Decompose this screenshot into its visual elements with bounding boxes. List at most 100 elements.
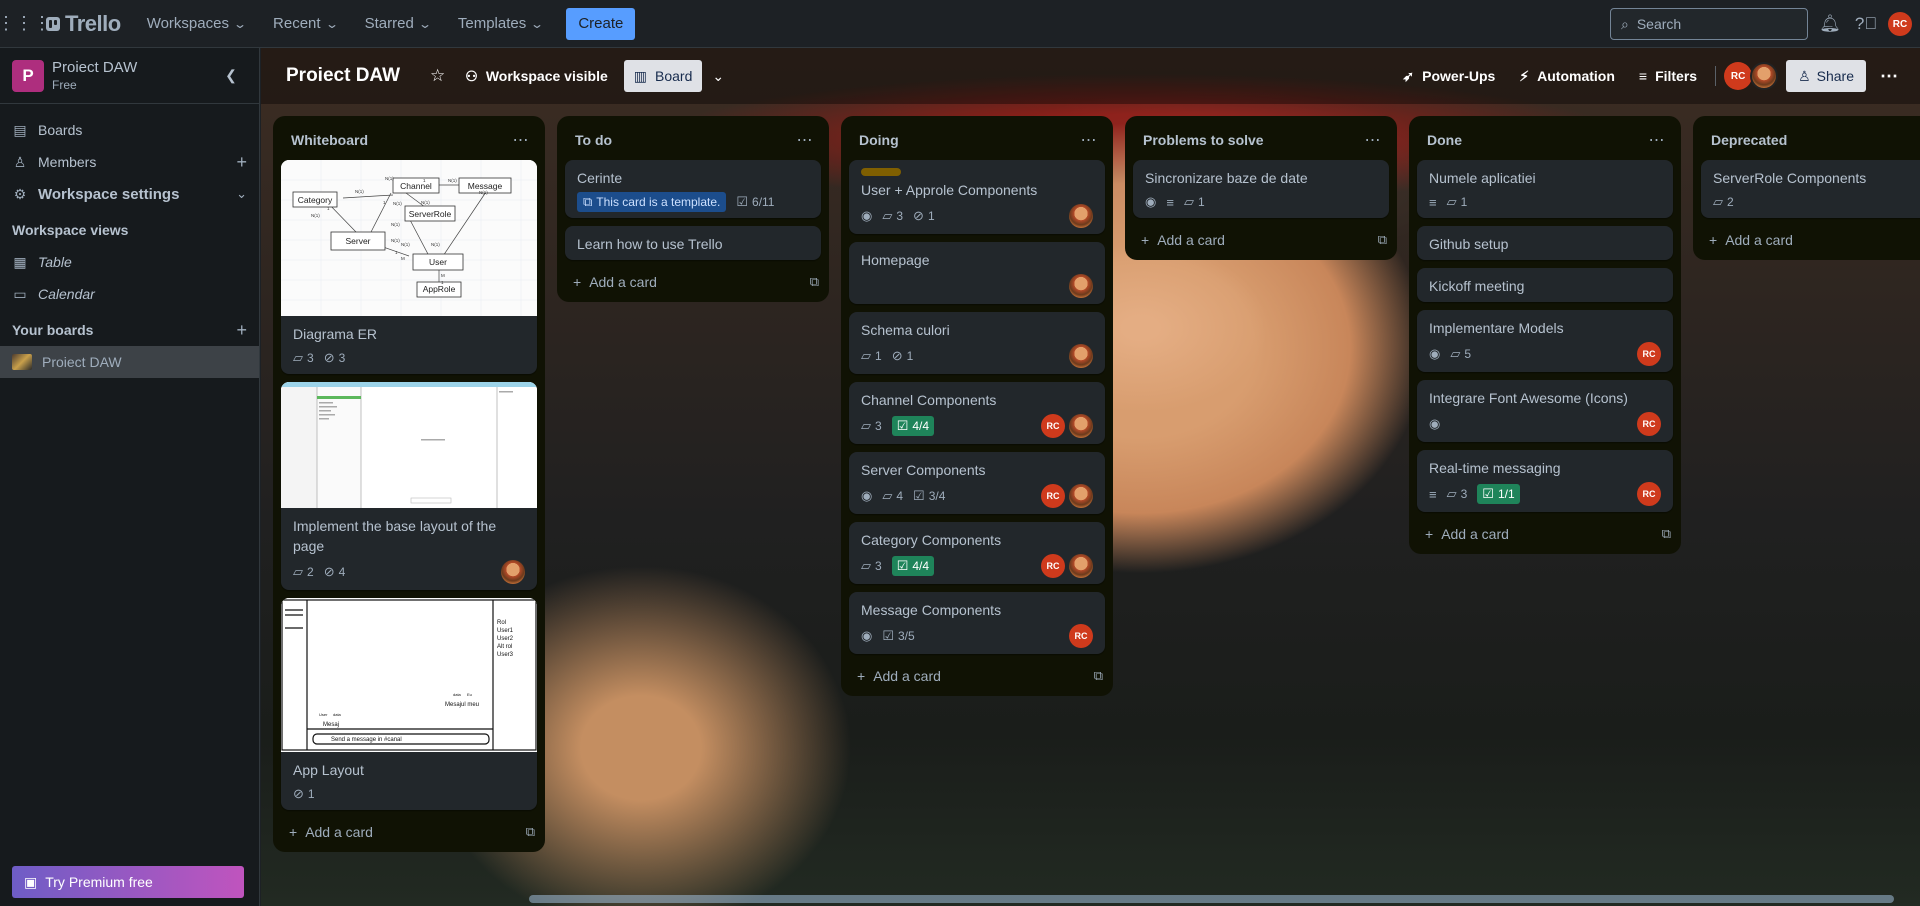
avatar[interactable] xyxy=(1069,484,1093,508)
filters-button[interactable]: ≡ Filters xyxy=(1629,60,1707,92)
power-ups-button[interactable]: ➶ Power-Ups xyxy=(1392,60,1505,92)
avatar[interactable] xyxy=(501,560,525,584)
board-view-button[interactable]: ▥ Board xyxy=(623,60,703,92)
list-menu-icon[interactable]: ⋯ xyxy=(1357,124,1389,156)
card[interactable]: Kickoff meeting xyxy=(1417,268,1673,302)
search-input[interactable]: ⌕ Search xyxy=(1610,8,1808,40)
list-title[interactable]: Doing xyxy=(859,132,899,148)
list-title[interactable]: Problems to solve xyxy=(1143,132,1264,148)
try-premium-button[interactable]: ▣ Try Premium free xyxy=(12,866,244,898)
rocket-icon: ➶ xyxy=(1402,67,1415,84)
add-card-button[interactable]: + Add a card xyxy=(1693,224,1920,256)
trello-logo[interactable]: Trello xyxy=(46,11,121,37)
add-card-button[interactable]: + Add a card ⧉ xyxy=(1409,518,1681,550)
horizontal-scrollbar[interactable] xyxy=(529,895,1894,903)
card[interactable]: Sincronizare baze de date ◉ ≡ ▱ 1 xyxy=(1133,160,1389,218)
card[interactable]: Server Components ◉ ▱ 4 ☑ 3/4 RC xyxy=(849,452,1105,514)
avatar[interactable]: RC xyxy=(1041,554,1065,578)
automation-button[interactable]: ⚡︎ Automation xyxy=(1509,60,1625,92)
card[interactable]: Github setup xyxy=(1417,226,1673,260)
avatar[interactable]: RC xyxy=(1069,624,1093,648)
chevron-down-icon[interactable]: ⌄ xyxy=(702,60,734,92)
card[interactable]: Channel Components ▱ 3 ☑ 4/4 RC xyxy=(849,382,1105,444)
avatar[interactable] xyxy=(1069,274,1093,298)
add-card-button[interactable]: + Add a card ⧉ xyxy=(273,816,545,848)
avatar[interactable]: RC xyxy=(1041,484,1065,508)
avatar[interactable]: RC xyxy=(1041,414,1065,438)
card[interactable]: Implement the base layout of the page ▱ 2… xyxy=(281,382,537,590)
card[interactable]: Real-time messaging ≡ ▱ 3 ☑ 1/1 RC xyxy=(1417,450,1673,512)
add-card-button[interactable]: + Add a card ⧉ xyxy=(557,266,829,298)
workspace-name[interactable]: Proiect DAW xyxy=(52,59,137,76)
template-icon[interactable]: ⧉ xyxy=(1094,668,1103,684)
list-title[interactable]: Done xyxy=(1427,132,1462,148)
template-icon[interactable]: ⧉ xyxy=(1378,232,1387,248)
share-button[interactable]: ♙ Share xyxy=(1786,60,1866,92)
add-board-icon[interactable]: + xyxy=(236,320,247,341)
workspace-logo[interactable]: P xyxy=(12,59,44,92)
star-icon[interactable]: ☆ xyxy=(420,60,455,92)
nav-recent[interactable]: Recent ⌄ xyxy=(261,8,349,40)
template-icon[interactable]: ⧉ xyxy=(526,824,535,840)
card[interactable]: Implementare Models ◉ ▱ 5 RC xyxy=(1417,310,1673,372)
sidebar-item-boards[interactable]: ▤ Boards xyxy=(0,114,259,146)
collapse-sidebar-icon[interactable]: ❮ xyxy=(215,60,247,92)
sidebar-board-proiect-daw[interactable]: Proiect DAW xyxy=(0,346,259,378)
card[interactable]: User + Approle Components ◉ ▱ 3 ⊘ 1 xyxy=(849,160,1105,234)
visibility-button[interactable]: ⚇ Workspace visible xyxy=(455,60,617,92)
card-title: Implementare Models xyxy=(1429,320,1564,336)
card[interactable]: Numele aplicatiei ≡ ▱ 1 xyxy=(1417,160,1673,218)
avatar[interactable]: RC xyxy=(1637,482,1661,506)
add-member-icon[interactable]: + xyxy=(236,152,247,173)
sketch-role: User1 xyxy=(497,628,514,634)
list-menu-icon[interactable]: ⋯ xyxy=(789,124,821,156)
board-title[interactable]: Proiect DAW xyxy=(286,65,400,87)
nav-workspaces[interactable]: Workspaces ⌄ xyxy=(135,8,257,40)
card[interactable]: Message Components ◉ ☑ 3/5 RC xyxy=(849,592,1105,654)
avatar[interactable] xyxy=(1069,414,1093,438)
sidebar-item-members[interactable]: ♙ Members + xyxy=(0,146,259,178)
more-icon[interactable]: ⋯ xyxy=(1870,60,1908,92)
card[interactable]: Learn how to use Trello xyxy=(565,226,821,260)
add-card-button[interactable]: + Add a card ⧉ xyxy=(841,660,1113,692)
list-title[interactable]: Whiteboard xyxy=(291,132,368,148)
add-card-button[interactable]: + Add a card ⧉ xyxy=(1125,224,1397,256)
comment-icon: ▱ xyxy=(861,348,871,363)
avatar[interactable]: RC xyxy=(1637,342,1661,366)
avatar[interactable]: RC xyxy=(1724,62,1753,90)
list-title[interactable]: Deprecated xyxy=(1711,132,1787,148)
nav-templates[interactable]: Templates ⌄ xyxy=(446,8,554,40)
sidebar-item-calendar[interactable]: ▭ Calendar xyxy=(0,278,259,310)
chevron-down-icon[interactable]: ⌄ xyxy=(236,186,247,202)
er-relation: N(1) xyxy=(391,222,400,227)
grid-icon[interactable]: ⋮⋮⋮ xyxy=(0,8,51,40)
card[interactable]: Homepage xyxy=(849,242,1105,304)
card[interactable]: Category Components ▱ 3 ☑ 4/4 RC xyxy=(849,522,1105,584)
nav-starred[interactable]: Starred ⌄ xyxy=(353,8,442,40)
help-icon[interactable]: ?⃝ xyxy=(1852,10,1880,38)
list-menu-icon[interactable]: ⋯ xyxy=(1073,124,1105,156)
card[interactable]: Cerinte ⧉ This card is a template. ☑ 6/11 xyxy=(565,160,821,218)
avatar[interactable]: RC xyxy=(1888,12,1912,36)
create-button[interactable]: Create xyxy=(566,7,636,40)
template-icon[interactable]: ⧉ xyxy=(1662,526,1671,542)
card[interactable]: Integrare Font Awesome (Icons) ◉ RC xyxy=(1417,380,1673,442)
list-menu-icon[interactable]: ⋯ xyxy=(505,124,537,156)
add-card-label: Add a card xyxy=(1441,526,1509,542)
card[interactable]: Channel Message Category ServerRole Serv… xyxy=(281,160,537,374)
card[interactable]: Rol User1 User2 Alt rol User3 data Eu Me… xyxy=(281,598,537,810)
card[interactable]: ServerRole Components ▱ 2 xyxy=(1701,160,1920,218)
list-menu-icon[interactable]: ⋯ xyxy=(1641,124,1673,156)
avatar[interactable] xyxy=(1750,62,1779,90)
sidebar-item-settings[interactable]: ⚙ Workspace settings ⌄ xyxy=(0,178,259,210)
avatar[interactable]: RC xyxy=(1637,412,1661,436)
avatar[interactable] xyxy=(1069,204,1093,228)
avatar[interactable] xyxy=(1069,344,1093,368)
template-icon[interactable]: ⧉ xyxy=(810,274,819,290)
sidebar-item-table[interactable]: ▦ Table xyxy=(0,246,259,278)
notification-bell-icon[interactable]: 🔔︎ xyxy=(1816,10,1844,38)
list-title[interactable]: To do xyxy=(575,132,612,148)
card[interactable]: Schema culori ▱ 1 ⊘ 1 xyxy=(849,312,1105,374)
avatar[interactable] xyxy=(1069,554,1093,578)
template-badge: ⧉ This card is a template. xyxy=(577,192,727,212)
